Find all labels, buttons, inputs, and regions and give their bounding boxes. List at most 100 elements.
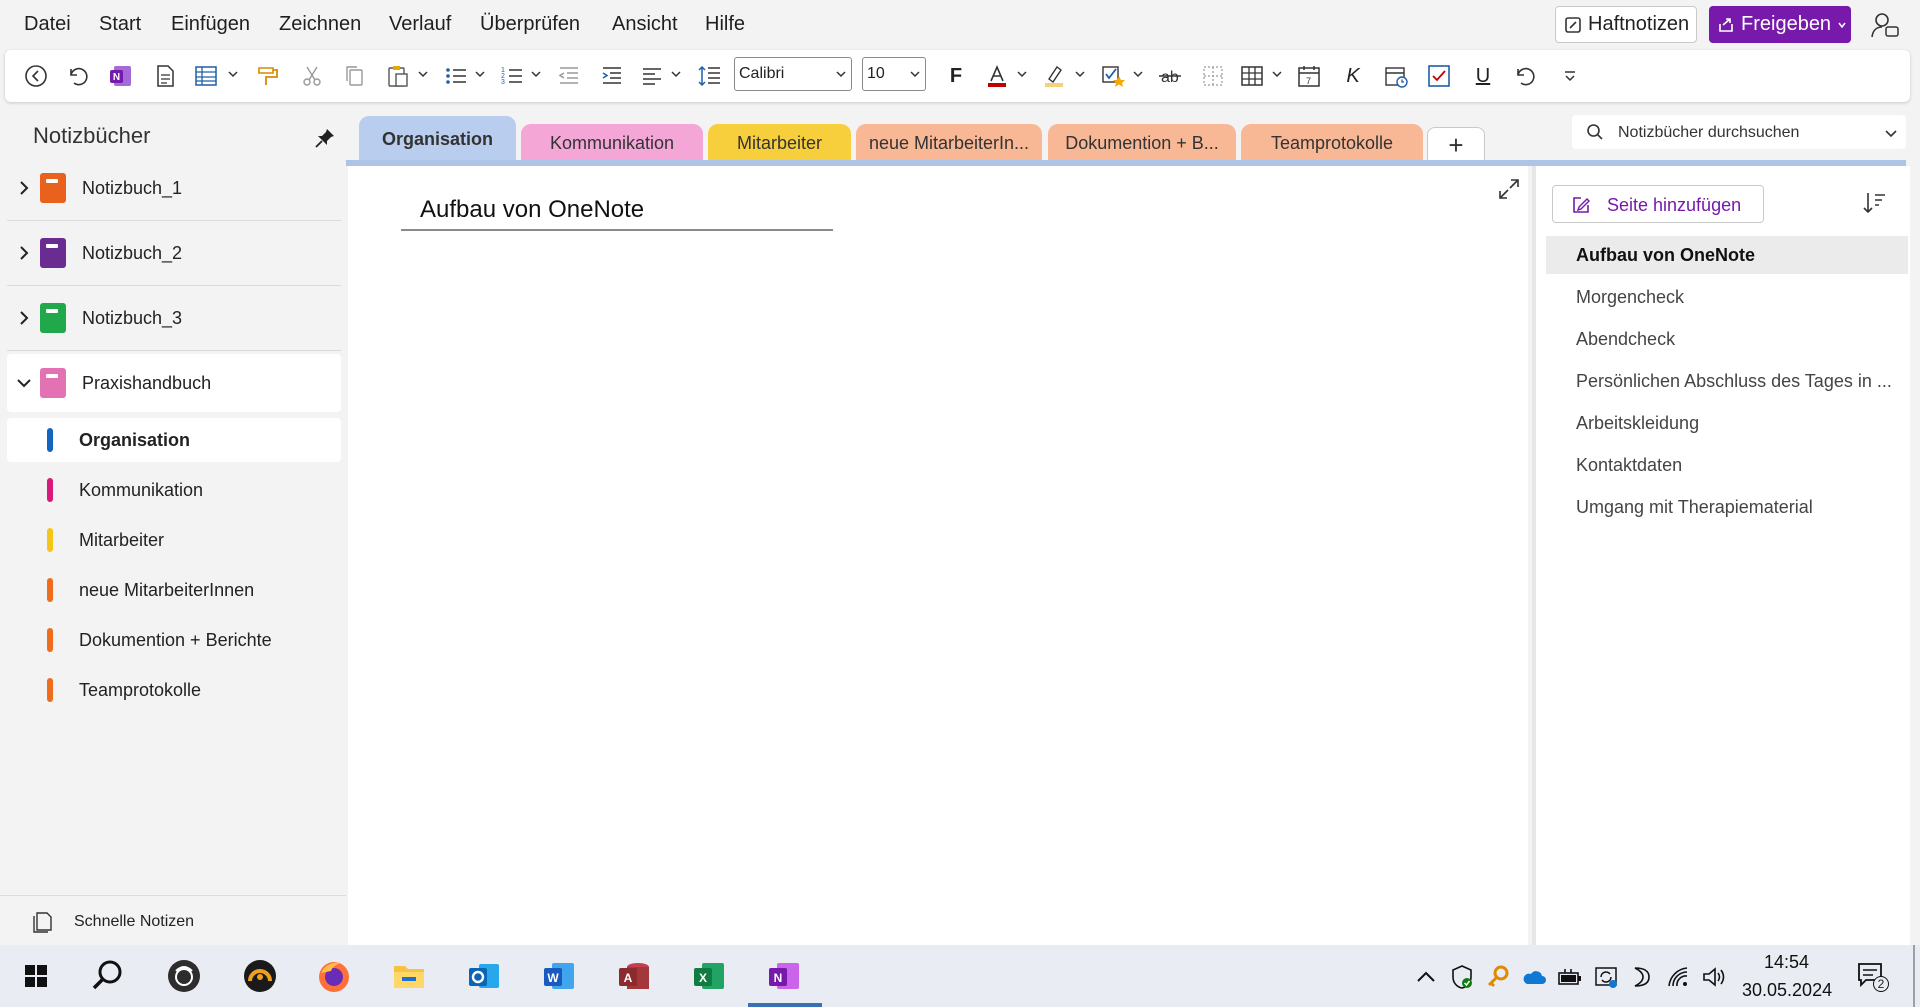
chevron-down-icon[interactable] [474, 68, 486, 80]
chevron-down-icon[interactable] [1074, 68, 1086, 80]
onenote-button[interactable]: N [106, 61, 136, 91]
tab-dokumention[interactable]: Dokumention + B... [1048, 124, 1236, 162]
chevron-down-icon[interactable] [1884, 126, 1898, 140]
tab-teamprotokolle[interactable]: Teamprotokolle [1241, 124, 1423, 162]
redo-button[interactable] [1510, 61, 1540, 91]
add-section-button[interactable]: + [1427, 127, 1485, 163]
wifi-icon[interactable] [1665, 964, 1691, 990]
add-page-button[interactable]: Seite hinzufügen [1552, 185, 1764, 223]
notification-center-button[interactable]: 2 [1856, 960, 1890, 994]
taskbar-onenote-button[interactable]: N [761, 953, 807, 999]
volume-icon[interactable] [1701, 964, 1727, 990]
chevron-down-icon[interactable] [227, 68, 239, 80]
tab-organisation[interactable]: Organisation [359, 116, 516, 162]
menu-start[interactable]: Start [99, 13, 141, 36]
align-button[interactable] [637, 61, 667, 91]
chevron-down-icon[interactable] [1271, 68, 1283, 80]
quick-notes-item[interactable]: Schnelle Notizen [0, 895, 346, 945]
show-desktop-button[interactable] [1913, 945, 1915, 1007]
start-button[interactable] [13, 953, 59, 999]
taskbar-firefox-button[interactable] [311, 953, 357, 999]
decrease-indent-button[interactable] [554, 61, 584, 91]
section-item[interactable]: Kommunikation [7, 468, 341, 512]
chevron-up-icon[interactable] [1413, 964, 1439, 990]
touch-keyboard-icon[interactable] [1629, 964, 1655, 990]
notebook-item[interactable]: Notizbuch_3 [7, 289, 341, 347]
taskbar-app-button[interactable] [161, 953, 207, 999]
chevron-right-icon[interactable] [15, 309, 33, 327]
notebook-item[interactable]: Notizbuch_1 [7, 159, 341, 217]
taskbar-word-button[interactable]: W [536, 953, 582, 999]
menu-zeichnen[interactable]: Zeichnen [279, 13, 361, 36]
notebook-item-expanded[interactable]: Praxishandbuch [7, 354, 341, 412]
security-shield-icon[interactable] [1449, 964, 1475, 990]
pin-icon[interactable] [313, 126, 337, 150]
onedrive-icon[interactable] [1521, 964, 1547, 990]
menu-hilfe[interactable]: Hilfe [705, 13, 745, 36]
share-button[interactable]: Freigeben [1709, 6, 1851, 43]
section-item[interactable]: neue MitarbeiterInnen [7, 568, 341, 612]
bullet-list-button[interactable] [441, 61, 471, 91]
taskbar-access-button[interactable]: A [611, 953, 657, 999]
todo-tag-button[interactable] [1424, 61, 1454, 91]
chevron-down-icon[interactable] [1132, 68, 1144, 80]
customize-toolbar-button[interactable] [1555, 61, 1585, 91]
page-item[interactable]: Abendcheck [1546, 320, 1908, 358]
paste-button[interactable] [383, 61, 413, 91]
table-layout-button[interactable] [191, 61, 221, 91]
section-item[interactable]: Dokumention + Berichte [7, 618, 341, 662]
chevron-down-icon[interactable] [670, 68, 682, 80]
bold-button[interactable]: F [941, 61, 971, 91]
section-item[interactable]: Mitarbeiter [7, 518, 341, 562]
taskbar-outlook-button[interactable] [461, 953, 507, 999]
insert-date-button[interactable]: 7 [1294, 61, 1324, 91]
italic-button[interactable]: K [1338, 61, 1368, 91]
insert-table-button[interactable] [1237, 61, 1267, 91]
taskbar-excel-button[interactable]: X [686, 953, 732, 999]
page-template-button[interactable] [150, 61, 180, 91]
chevron-down-icon[interactable] [1016, 68, 1028, 80]
menu-verlauf[interactable]: Verlauf [389, 13, 451, 36]
section-item[interactable]: Organisation [7, 418, 341, 462]
notebook-item[interactable]: Notizbuch_2 [7, 224, 341, 282]
chevron-down-icon[interactable] [15, 374, 33, 392]
numbered-list-button[interactable]: 123 [497, 61, 527, 91]
tab-kommunikation[interactable]: Kommunikation [521, 124, 703, 162]
menu-datei[interactable]: Datei [24, 13, 71, 36]
battery-icon[interactable] [1557, 964, 1583, 990]
menu-einfuegen[interactable]: Einfügen [171, 13, 250, 36]
key-icon[interactable] [1485, 964, 1511, 990]
tab-mitarbeiter[interactable]: Mitarbeiter [708, 124, 851, 162]
clock-date[interactable]: 30.05.2024 [1742, 980, 1832, 1001]
page-item[interactable]: Morgencheck [1546, 278, 1908, 316]
chevron-right-icon[interactable] [15, 244, 33, 262]
clock-time[interactable]: 14:54 [1764, 952, 1809, 973]
font-size-select[interactable]: 10 [862, 57, 926, 91]
feedback-icon[interactable] [1868, 9, 1900, 41]
copy-button[interactable] [339, 61, 369, 91]
cut-button[interactable] [297, 61, 327, 91]
chevron-down-icon[interactable] [417, 68, 429, 80]
search-box[interactable]: Notizbücher durchsuchen [1572, 115, 1906, 149]
borders-button[interactable] [1198, 61, 1228, 91]
back-button[interactable] [21, 61, 51, 91]
sync-icon[interactable] [1593, 964, 1619, 990]
taskbar-app-button[interactable] [237, 953, 283, 999]
insert-meeting-button[interactable] [1381, 61, 1411, 91]
section-item[interactable]: Teamprotokolle [7, 668, 341, 712]
underline-button[interactable]: U [1468, 61, 1498, 91]
page-title[interactable]: Aufbau von OneNote [420, 196, 644, 224]
chevron-right-icon[interactable] [15, 179, 33, 197]
tag-button[interactable] [1098, 61, 1128, 91]
menu-ansicht[interactable]: Ansicht [612, 13, 678, 36]
font-color-button[interactable] [982, 61, 1012, 91]
sticky-notes-button[interactable]: Haftnotizen [1555, 6, 1697, 43]
page-item[interactable]: Kontaktdaten [1546, 446, 1908, 484]
page-item[interactable]: Umgang mit Therapiematerial [1546, 488, 1908, 526]
undo-button[interactable] [63, 61, 93, 91]
taskbar-explorer-button[interactable] [386, 953, 432, 999]
tab-neue-mitarbeiterinnen[interactable]: neue MitarbeiterIn... [856, 124, 1042, 162]
page-canvas[interactable] [348, 166, 1528, 945]
highlight-button[interactable] [1039, 61, 1069, 91]
page-item[interactable]: Aufbau von OneNote [1546, 236, 1908, 274]
